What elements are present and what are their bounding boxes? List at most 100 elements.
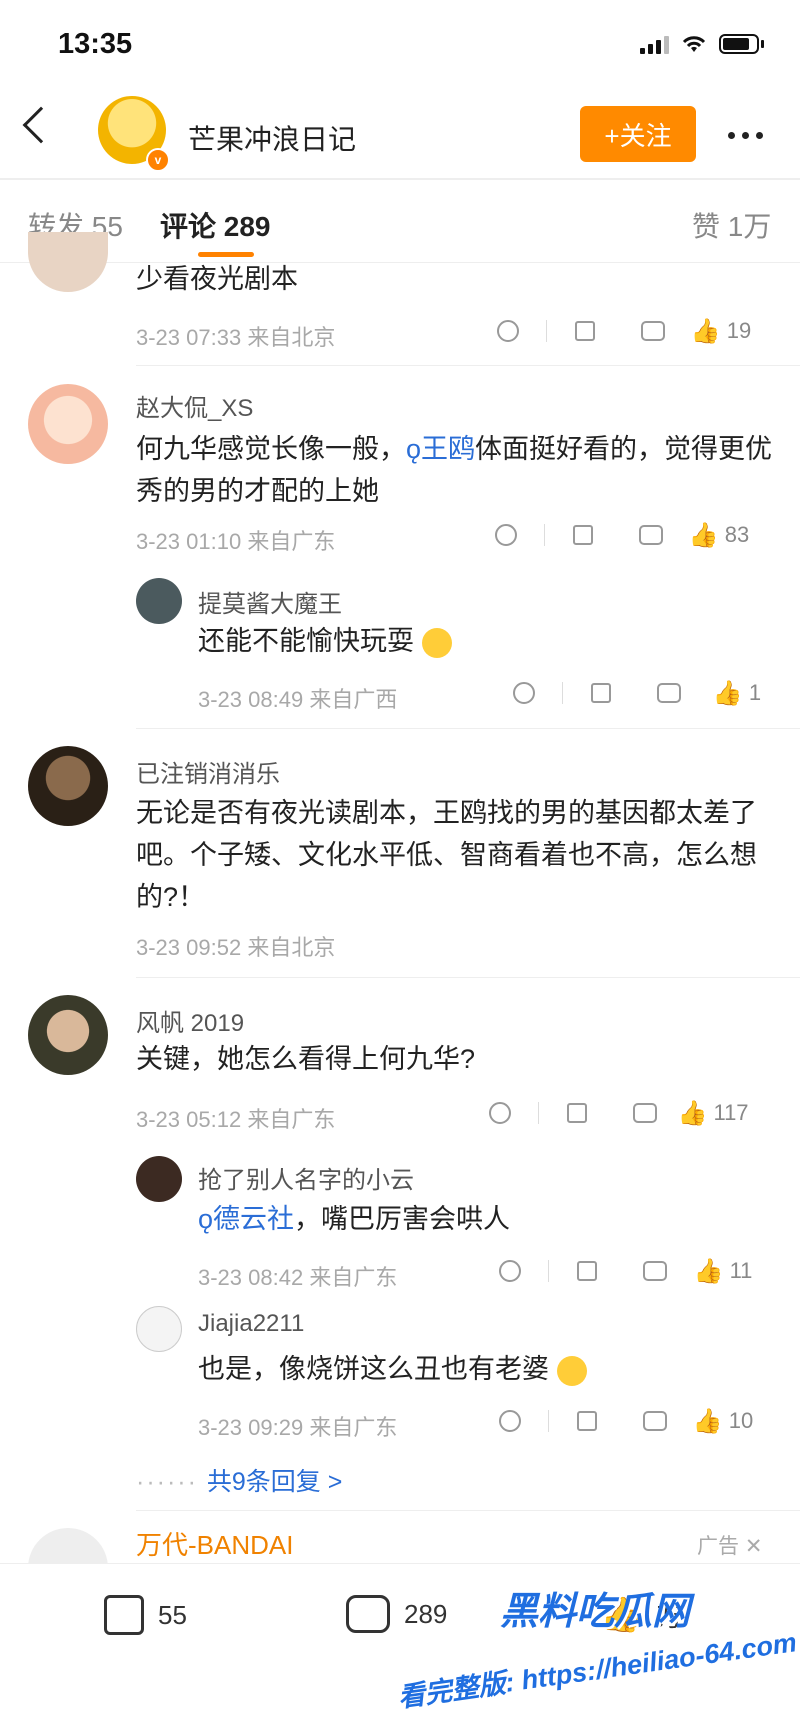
- comment-meta: 3-23 08:42 来自广东: [198, 1260, 397, 1292]
- repost-count: 55: [158, 1599, 187, 1630]
- comment-location: 来自广东: [247, 529, 336, 554]
- like-count: 117: [713, 1100, 749, 1125]
- comment-count: 289: [404, 1598, 448, 1629]
- avatar[interactable]: [136, 578, 182, 624]
- bottom-repost-button[interactable]: 55: [104, 1595, 187, 1635]
- comment-divider: [136, 365, 800, 366]
- comment-time: 3-23 05:12: [136, 1107, 242, 1132]
- commenter-name[interactable]: 已注销消消乐: [136, 754, 280, 789]
- comment-time: 3-23 01:10: [136, 529, 242, 554]
- topic-link[interactable]: ǫ德云社: [198, 1204, 294, 1234]
- thumbs-up-icon: 👍: [712, 679, 743, 707]
- comment-icon: [641, 321, 665, 341]
- ad-avatar[interactable]: [28, 1528, 108, 1568]
- avatar[interactable]: [28, 995, 108, 1075]
- dislike-button[interactable]: [490, 678, 558, 708]
- dislike-button[interactable]: [476, 1256, 544, 1286]
- dislike-button[interactable]: [474, 316, 542, 346]
- comment-time: 3-23 08:49: [198, 687, 304, 712]
- reply-text: ，嘴巴厉害会哄人: [294, 1204, 511, 1234]
- comment-text: 无论是否有夜光读剧本，王鸥找的男的基因都太差了吧。个子矮、文化水平低、智商看着也…: [136, 798, 757, 912]
- comment-location: 来自广东: [247, 1107, 336, 1132]
- more-replies-label: 共9条回复 >: [206, 1468, 343, 1496]
- comment-location: 来自广西: [309, 687, 398, 712]
- comment-icon: [346, 1595, 390, 1633]
- status-icons: [640, 34, 764, 54]
- watermark-title: 黑料吃瓜网: [500, 1591, 691, 1633]
- topic-label: 德云社: [213, 1204, 295, 1234]
- like-button[interactable]: 👍 11: [689, 1256, 757, 1286]
- account-name[interactable]: 芒果冲浪日记: [188, 118, 356, 158]
- avatar[interactable]: [28, 232, 108, 292]
- like-button[interactable]: 👍 83: [685, 520, 753, 550]
- reply-button[interactable]: [619, 316, 687, 346]
- sad-face-icon: [499, 1260, 521, 1282]
- share-button[interactable]: [553, 1256, 621, 1286]
- like-button[interactable]: 👍 19: [687, 316, 755, 346]
- laughing-crying-emoji-icon: [556, 1355, 587, 1386]
- more-replies-link[interactable]: ······ 共9条回复 >: [136, 1462, 342, 1498]
- like-count: 11: [729, 1258, 753, 1283]
- commenter-name[interactable]: 抢了别人名字的小云: [198, 1160, 414, 1195]
- comment-actions: 👍 19: [474, 316, 755, 346]
- avatar[interactable]: [136, 1306, 182, 1352]
- dislike-button[interactable]: [472, 520, 540, 550]
- like-count: 1: [748, 680, 762, 705]
- bottom-comment-button[interactable]: 289: [346, 1595, 447, 1633]
- comment-meta: 3-23 01:10 来自广东: [136, 524, 335, 556]
- like-count: 83: [724, 522, 750, 547]
- comment-actions: 👍 11: [476, 1256, 757, 1286]
- tab-comments[interactable]: 评论 289: [160, 205, 271, 245]
- thumbs-up-icon: 👍: [690, 317, 721, 345]
- share-icon: [567, 1103, 587, 1123]
- avatar[interactable]: [136, 1156, 182, 1202]
- share-button[interactable]: [567, 678, 635, 708]
- reply-text: 也是，像烧饼这么丑也有老婆: [198, 1354, 549, 1384]
- reply-button[interactable]: [635, 678, 703, 708]
- reply-button[interactable]: [621, 1406, 689, 1436]
- more-options-icon[interactable]: [728, 132, 763, 139]
- sad-face-icon: [497, 320, 519, 342]
- like-button[interactable]: 👍 1: [703, 678, 771, 708]
- reply-button[interactable]: [621, 1256, 689, 1286]
- commenter-name[interactable]: Jiajia2211: [198, 1310, 304, 1338]
- reply-button[interactable]: [611, 1098, 679, 1128]
- topic-link[interactable]: ǫ王鸥: [406, 434, 475, 464]
- verified-badge-icon: v: [146, 148, 170, 172]
- like-button[interactable]: 👍 10: [689, 1406, 757, 1436]
- thumbs-up-icon: 👍: [692, 1407, 723, 1435]
- signal-icon: [640, 34, 669, 54]
- battery-tip: [761, 40, 764, 48]
- comment-meta: 3-23 07:33 来自北京: [136, 320, 335, 352]
- avatar[interactable]: [28, 384, 108, 464]
- back-arrow-icon[interactable]: [22, 106, 60, 144]
- comment-icon: [633, 1103, 657, 1123]
- comment-location: 来自广东: [309, 1415, 398, 1440]
- like-button[interactable]: 👍 117: [677, 1098, 749, 1128]
- comment-divider: [136, 1510, 800, 1511]
- reply-button[interactable]: [617, 520, 685, 550]
- share-button[interactable]: [553, 1406, 621, 1436]
- commenter-name[interactable]: 赵大侃_XS: [136, 388, 253, 423]
- share-button[interactable]: [551, 316, 619, 346]
- commenter-name[interactable]: 提莫酱大魔王: [198, 584, 342, 619]
- share-icon: [577, 1261, 597, 1281]
- dislike-button[interactable]: [476, 1406, 544, 1436]
- comment-location: 来自北京: [247, 935, 336, 960]
- dislike-button[interactable]: [466, 1098, 534, 1128]
- comment-icon: [643, 1261, 667, 1281]
- share-button[interactable]: [543, 1098, 611, 1128]
- avatar[interactable]: [28, 746, 108, 826]
- ad-account-name[interactable]: 万代-BANDAI: [136, 1525, 293, 1562]
- follow-button[interactable]: +关注: [580, 106, 696, 162]
- comment-time: 3-23 09:52: [136, 935, 242, 960]
- comment-text: 还能不能愉快玩耍: [198, 620, 758, 662]
- comment-time: 3-23 07:33: [136, 325, 242, 350]
- ad-close-button[interactable]: 广告 ✕: [697, 1530, 762, 1560]
- share-icon: [591, 683, 611, 703]
- commenter-name[interactable]: 风帆 2019: [136, 1003, 244, 1038]
- tab-likes[interactable]: 赞 1万: [692, 205, 771, 245]
- comment-text: 关键，她怎么看得上何九华?: [136, 1044, 476, 1074]
- share-button[interactable]: [549, 520, 617, 550]
- sad-face-icon: [499, 1410, 521, 1432]
